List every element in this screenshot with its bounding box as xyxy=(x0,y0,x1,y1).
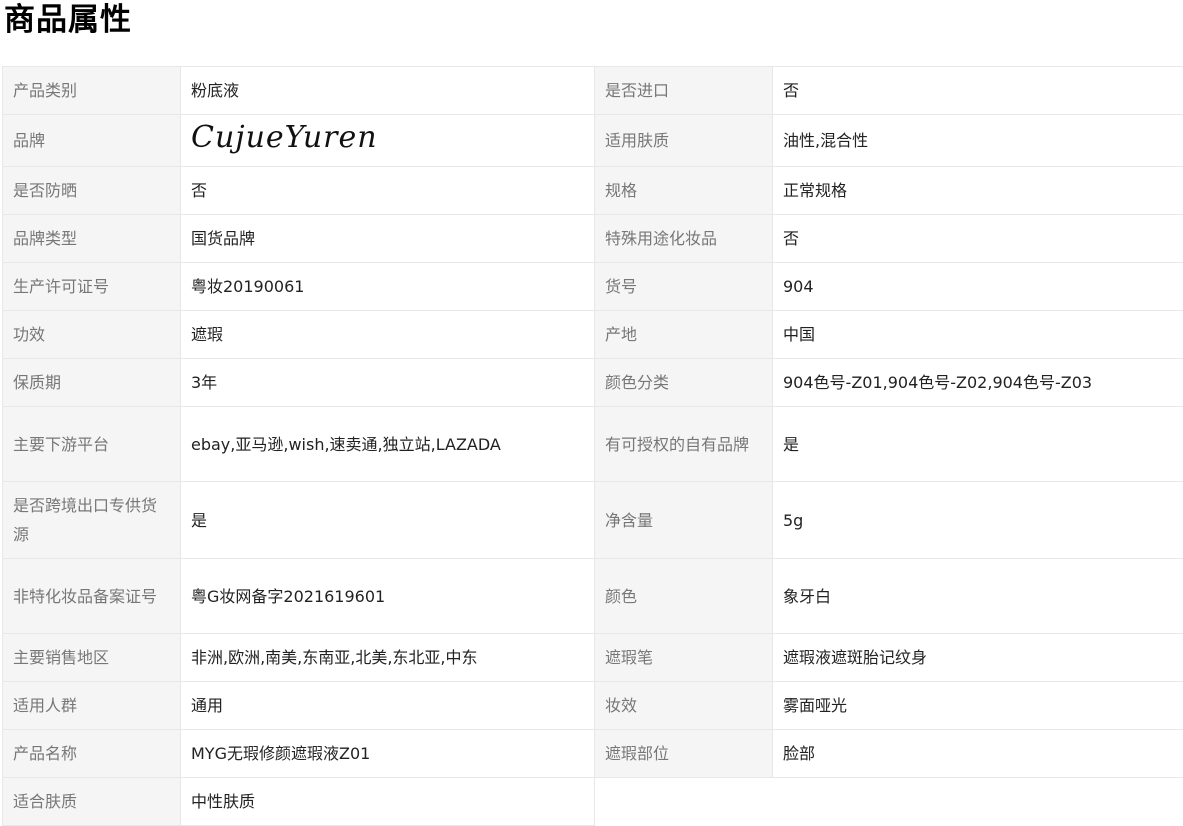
attr-label: 特殊用途化妆品 xyxy=(595,215,773,263)
attr-label: 生产许可证号 xyxy=(3,263,181,311)
attr-value: 粤G妆网备字2021619601 xyxy=(181,559,595,634)
attr-label: 保质期 xyxy=(3,359,181,407)
page-title: 商品属性 xyxy=(4,0,132,42)
attr-value: 中性肤质 xyxy=(181,778,595,826)
attr-label: 适用肤质 xyxy=(595,115,773,167)
attr-label: 颜色 xyxy=(595,559,773,634)
table-row: 是否跨境出口专供货源 是 净含量 5g xyxy=(3,482,1183,559)
attr-value-brand: CujueYuren xyxy=(181,115,595,167)
attr-label: 产品类别 xyxy=(3,67,181,115)
attr-value: 国货品牌 xyxy=(181,215,595,263)
table-row: 品牌 CujueYuren 适用肤质 油性,混合性 xyxy=(3,115,1183,167)
table-row: 非特化妆品备案证号 粤G妆网备字2021619601 颜色 象牙白 xyxy=(3,559,1183,634)
attr-value: 遮瑕 xyxy=(181,311,595,359)
attr-value: MYG无瑕修颜遮瑕液Z01 xyxy=(181,730,595,778)
attr-value: 非洲,欧洲,南美,东南亚,北美,东北亚,中东 xyxy=(181,634,595,682)
table-row: 生产许可证号 粤妆20190061 货号 904 xyxy=(3,263,1183,311)
attr-label: 品牌类型 xyxy=(3,215,181,263)
attr-value: 否 xyxy=(181,167,595,215)
attributes-table: 产品类别 粉底液 是否进口 否 品牌 CujueYuren 适用肤质 油性,混合… xyxy=(2,66,1183,826)
attr-value: 904 xyxy=(773,263,1183,311)
attr-label: 非特化妆品备案证号 xyxy=(3,559,181,634)
attr-label: 颜色分类 xyxy=(595,359,773,407)
attr-label: 品牌 xyxy=(3,115,181,167)
attr-value: 雾面哑光 xyxy=(773,682,1183,730)
attr-value: 粤妆20190061 xyxy=(181,263,595,311)
attr-label: 货号 xyxy=(595,263,773,311)
attr-label: 是否防晒 xyxy=(3,167,181,215)
attr-label: 有可授权的自有品牌 xyxy=(595,407,773,482)
brand-logo-text: CujueYuren xyxy=(191,120,378,155)
attr-value: 正常规格 xyxy=(773,167,1183,215)
attr-value: 油性,混合性 xyxy=(773,115,1183,167)
table-row: 主要下游平台 ebay,亚马逊,wish,速卖通,独立站,LAZADA 有可授权… xyxy=(3,407,1183,482)
attr-value: 粉底液 xyxy=(181,67,595,115)
table-row: 适合肤质 中性肤质 xyxy=(3,778,1183,826)
attr-label: 主要下游平台 xyxy=(3,407,181,482)
attr-label: 主要销售地区 xyxy=(3,634,181,682)
attr-value: 3年 xyxy=(181,359,595,407)
attr-value: 否 xyxy=(773,67,1183,115)
attr-value: 是 xyxy=(773,407,1183,482)
attr-label: 功效 xyxy=(3,311,181,359)
attr-label: 产品名称 xyxy=(3,730,181,778)
table-row: 产品类别 粉底液 是否进口 否 xyxy=(3,67,1183,115)
table-row: 功效 遮瑕 产地 中国 xyxy=(3,311,1183,359)
attr-label: 净含量 xyxy=(595,482,773,559)
attr-label: 适合肤质 xyxy=(3,778,181,826)
attr-value: 904色号-Z01,904色号-Z02,904色号-Z03 xyxy=(773,359,1183,407)
table-row: 主要销售地区 非洲,欧洲,南美,东南亚,北美,东北亚,中东 遮瑕笔 遮瑕液遮斑胎… xyxy=(3,634,1183,682)
attr-label: 妆效 xyxy=(595,682,773,730)
attr-value: 否 xyxy=(773,215,1183,263)
attr-value: 中国 xyxy=(773,311,1183,359)
attr-value: 脸部 xyxy=(773,730,1183,778)
attr-value: ebay,亚马逊,wish,速卖通,独立站,LAZADA xyxy=(181,407,595,482)
table-row: 品牌类型 国货品牌 特殊用途化妆品 否 xyxy=(3,215,1183,263)
attr-label: 适用人群 xyxy=(3,682,181,730)
attr-label: 遮瑕笔 xyxy=(595,634,773,682)
attr-label: 规格 xyxy=(595,167,773,215)
attr-label: 遮瑕部位 xyxy=(595,730,773,778)
attr-value: 遮瑕液遮斑胎记纹身 xyxy=(773,634,1183,682)
attr-label: 产地 xyxy=(595,311,773,359)
attr-label: 是否进口 xyxy=(595,67,773,115)
attr-value: 象牙白 xyxy=(773,559,1183,634)
table-row: 保质期 3年 颜色分类 904色号-Z01,904色号-Z02,904色号-Z0… xyxy=(3,359,1183,407)
attr-value: 5g xyxy=(773,482,1183,559)
table-row: 产品名称 MYG无瑕修颜遮瑕液Z01 遮瑕部位 脸部 xyxy=(3,730,1183,778)
attr-label: 是否跨境出口专供货源 xyxy=(3,482,181,559)
table-row: 适用人群 通用 妆效 雾面哑光 xyxy=(3,682,1183,730)
table-row: 是否防晒 否 规格 正常规格 xyxy=(3,167,1183,215)
attr-value: 是 xyxy=(181,482,595,559)
empty-cell xyxy=(595,778,1183,826)
attr-value: 通用 xyxy=(181,682,595,730)
